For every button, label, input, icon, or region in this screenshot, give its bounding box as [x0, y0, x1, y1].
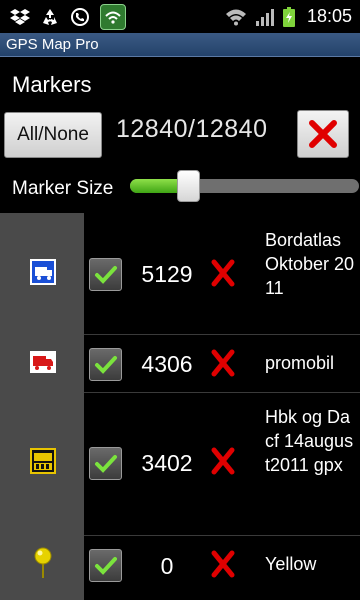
- item-name: Bordatlas Oktober 2011: [265, 230, 355, 298]
- all-none-button[interactable]: All/None: [4, 112, 102, 158]
- checkmark-icon: [94, 556, 117, 575]
- list-item[interactable]: 5129 Bordatlas Oktober 2011: [0, 213, 360, 335]
- red-x-icon: [211, 259, 235, 287]
- checkmark-icon: [94, 454, 117, 473]
- item-checkbox[interactable]: [89, 258, 122, 291]
- item-name: Yellow: [265, 554, 317, 574]
- delete-item-button[interactable]: [210, 550, 236, 578]
- phone-icon: [70, 7, 90, 27]
- signal-icon: [255, 8, 275, 26]
- item-checkbox[interactable]: [89, 447, 122, 480]
- marker-size-label: Marker Size: [12, 178, 114, 199]
- recycle-icon: [40, 7, 60, 27]
- item-checkbox[interactable]: [89, 348, 122, 381]
- hbk-sign-icon: [30, 448, 56, 474]
- delete-item-button[interactable]: [210, 259, 236, 287]
- checkmark-icon: [94, 265, 117, 284]
- status-time: 18:05: [306, 6, 352, 26]
- marker-count: 12840/12840: [116, 115, 268, 143]
- item-count: 3402: [141, 450, 193, 476]
- red-x-icon: [211, 349, 235, 377]
- list-item[interactable]: 3402 Hbk og Dacf 14august2011 gpx: [0, 393, 360, 536]
- app-title-bar: GPS Map Pro: [0, 33, 360, 57]
- marker-size-slider[interactable]: [130, 179, 359, 193]
- item-count: 0: [160, 553, 174, 579]
- red-x-icon: [211, 447, 235, 475]
- list-item[interactable]: 0 Yellow: [0, 536, 360, 600]
- item-name: promobil: [265, 353, 335, 373]
- section-title: Markers: [12, 72, 92, 97]
- item-count: 5129: [141, 261, 193, 287]
- app-icon: [100, 3, 126, 30]
- battery-charging-icon: [282, 6, 295, 27]
- red-x-icon: [309, 120, 337, 148]
- dropbox-icon: [10, 8, 30, 26]
- yellow-pin-icon: [30, 546, 56, 578]
- app-title: GPS Map Pro: [6, 36, 99, 53]
- list-item[interactable]: 4306 promobil: [0, 335, 360, 393]
- item-count: 4306: [141, 351, 193, 377]
- marker-list: 5129 Bordatlas Oktober 2011 4306 promobi…: [0, 213, 360, 600]
- red-truck-icon: [30, 349, 56, 375]
- item-name: Hbk og Dacf 14august2011 gpx: [265, 407, 354, 475]
- item-checkbox[interactable]: [89, 549, 122, 582]
- red-x-icon: [211, 550, 235, 578]
- delete-all-button[interactable]: [297, 110, 349, 158]
- delete-item-button[interactable]: [210, 349, 236, 377]
- truck-sign-icon: [30, 259, 56, 285]
- checkmark-icon: [94, 355, 117, 374]
- slider-thumb[interactable]: [177, 170, 200, 202]
- wifi-icon: [225, 8, 247, 26]
- status-bar: 18:05: [0, 0, 360, 33]
- delete-item-button[interactable]: [210, 447, 236, 475]
